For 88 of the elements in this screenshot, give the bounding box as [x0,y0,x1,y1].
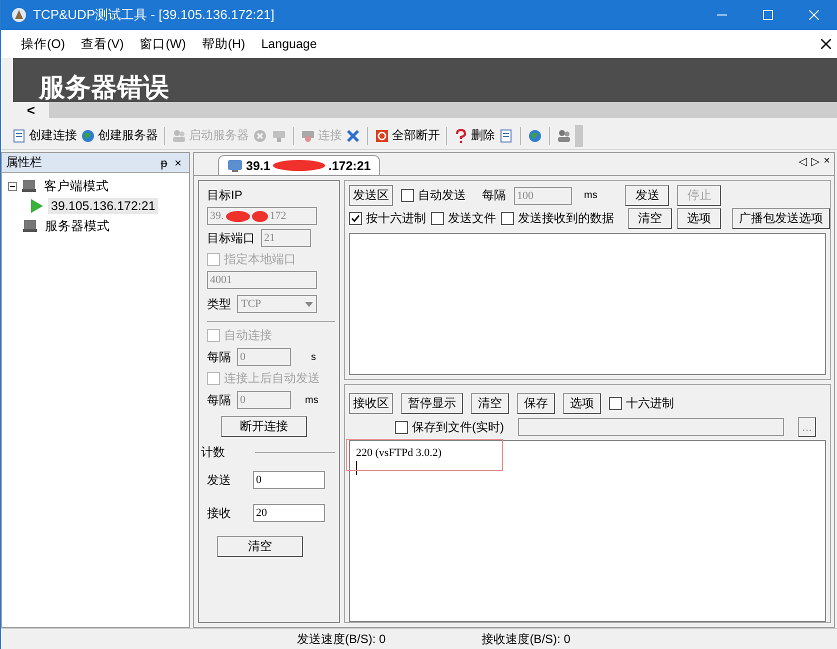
file-path-field[interactable] [518,418,784,436]
checkbox[interactable]: 保存到文件(实时) [395,418,504,436]
cross-icon [345,128,361,144]
field-label: 每隔 [207,392,231,408]
menu-item[interactable]: 帮助(H) [196,36,252,52]
redaction-mark [252,210,268,222]
window-title: TCP&UDP测试工具 - [39.105.136.172:21] [33,6,276,24]
play-icon [30,198,44,214]
toolbar-button[interactable]: 创建连接 [11,127,77,144]
tab-nav-button[interactable]: ▷ [811,155,820,168]
close-button[interactable]: × [171,156,185,170]
tab-nav-button[interactable]: × [824,155,830,168]
action-button[interactable]: 保存 [517,393,555,414]
power-icon [374,128,390,144]
action-button[interactable]: 发送 [625,185,670,206]
counter-field[interactable]: 0 [253,471,325,489]
unit-label: ms [584,190,598,201]
scroll-left-button[interactable]: < [13,102,49,118]
close-icon[interactable] [821,39,831,49]
received-text: 220 (vsFTPd 3.0.2) [356,447,443,459]
monitor-icon [227,158,243,172]
unit-label: s [311,352,316,362]
computer-icon [21,179,37,193]
field-label: 发送 [207,472,232,488]
text-cursor [356,461,357,475]
counter-field[interactable]: 20 [253,504,325,522]
help-icon [453,128,469,144]
field-label: 每隔 [207,348,231,366]
checkbox[interactable]: 发送文件 [431,210,496,227]
action-button[interactable]: 清空 [471,393,509,414]
section-label: 计数 [201,444,225,460]
status-text: 发送速度(B/S): 0 [297,630,386,648]
collapse-toggle[interactable] [8,182,17,190]
tree-item[interactable]: 客户端模式 [41,176,112,196]
section-label: 发送区 [349,185,393,206]
action-button[interactable]: 清空 [628,208,672,229]
maximize-icon[interactable] [763,10,773,20]
checkbox[interactable]: 自动发送 [401,187,466,204]
toolbar-button[interactable] [527,128,543,144]
action-button[interactable]: 选项 [677,208,721,229]
clear-button[interactable]: 清空 [217,536,303,556]
sidebar-title: 属性栏 [6,154,43,171]
menu-item[interactable]: Language [255,37,323,51]
people-icon [171,128,187,144]
menu-item[interactable]: 操作(O) [15,36,72,52]
unit-label: ms [305,394,318,406]
redaction-mark [273,160,326,171]
toolbar-button[interactable] [345,128,361,144]
field-label: 接收 [207,504,232,522]
toolbar-button[interactable] [498,128,514,144]
check-icon [351,214,360,223]
field-label: 目标端口 [207,230,255,246]
field-label: 每隔 [482,187,506,204]
status-text: 接收速度(B/S): 0 [482,630,570,648]
document-icon [11,128,27,144]
tab-nav-button[interactable]: ◁ [798,155,808,168]
receive-text-area[interactable]: 220 (vsFTPd 3.0.2) [349,440,826,622]
field-label: 类型 [207,296,231,312]
error-banner: 服务器错误 [13,58,837,102]
pin-button[interactable]: ᵽ [157,156,171,170]
scrollbar[interactable]: < [13,102,837,118]
toolbar-button[interactable] [556,128,572,144]
document-icon [498,128,514,144]
redaction-mark [226,210,250,222]
menu-item[interactable]: 查看(V) [75,36,130,52]
computer-icon [22,219,38,233]
broadcast-options-button[interactable]: 广播包发送选项 [732,208,830,229]
checkbox[interactable]: 发送接收到的数据 [501,210,614,227]
globe-icon [80,128,96,144]
checkbox[interactable]: 十六进制 [609,395,674,412]
tree-item[interactable]: 39.105.136.172:21 [48,198,158,214]
action-button[interactable]: 选项 [563,393,601,414]
menu-item[interactable]: 窗口(W) [134,36,192,52]
field-label: 目标IP [207,187,244,204]
disconnect-button[interactable]: 断开连接 [221,416,307,436]
app-icon [11,7,27,23]
caret-icon [305,302,313,306]
section-label: 接收区 [349,393,393,414]
toolbar-button[interactable]: 创建服务器 [80,127,158,144]
tree-item[interactable]: 服务器模式 [42,216,113,236]
checkbox[interactable]: 按十六进制 [349,210,426,227]
action-button[interactable]: 暂停显示 [401,393,463,414]
connection-tab[interactable]: 39.1 .172:21 [218,155,380,175]
toolbar-button[interactable]: 删除 [453,127,495,144]
toolbar-button[interactable]: 全部断开 [374,127,440,144]
globe-icon [527,128,543,144]
close-icon [252,128,268,144]
people-icon [556,128,572,144]
